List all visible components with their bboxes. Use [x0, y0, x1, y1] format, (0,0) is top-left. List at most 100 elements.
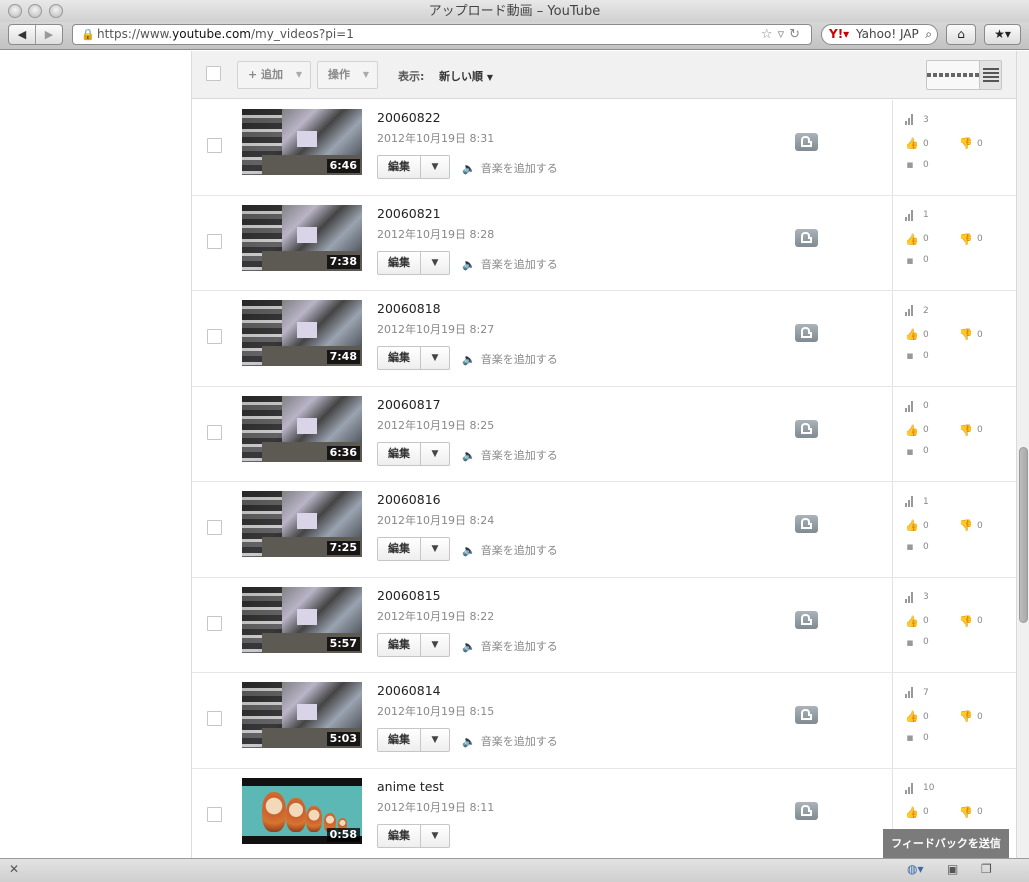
- video-thumbnail[interactable]: 7:25: [242, 491, 362, 557]
- row-checkbox[interactable]: [207, 615, 222, 631]
- add-music-link[interactable]: 🔈 音楽を追加する: [462, 160, 558, 176]
- table-row: 6:36 20060817 2012年10月19日 8:25 編集 ▼ 🔈 音楽を追加する 0…: [192, 386, 1016, 482]
- video-thumbnail[interactable]: 0:58: [242, 777, 362, 844]
- video-title[interactable]: 20060817: [377, 397, 441, 412]
- likes-count: 0: [923, 807, 929, 817]
- add-music-link[interactable]: 🔈 音楽を追加する: [462, 733, 558, 749]
- list-view-button[interactable]: [979, 61, 1001, 89]
- edit-dropdown-button[interactable]: ▼: [421, 155, 450, 179]
- row-checkbox[interactable]: [207, 711, 222, 726]
- back-button[interactable]: ◀: [9, 25, 35, 44]
- video-title[interactable]: 20060816: [377, 492, 441, 507]
- video-thumbnail[interactable]: 7:48: [242, 300, 362, 366]
- edit-dropdown-button[interactable]: ▼: [421, 632, 450, 657]
- row-checkbox[interactable]: [207, 806, 222, 822]
- reload-icon[interactable]: ↻: [789, 27, 805, 42]
- bookmarks-icon: ★▾: [994, 27, 1011, 41]
- edit-dropdown-button[interactable]: ▼: [421, 250, 450, 275]
- unlocked-icon[interactable]: [795, 515, 818, 533]
- edit-button[interactable]: 編集: [377, 632, 421, 657]
- views-count: 7: [923, 687, 929, 698]
- display-icon[interactable]: ▣: [947, 862, 958, 876]
- edit-button[interactable]: 編集: [377, 155, 421, 179]
- zoom-window-button[interactable]: [49, 4, 63, 18]
- edit-dropdown-button[interactable]: ▼: [421, 346, 450, 370]
- unlocked-icon[interactable]: [795, 610, 818, 629]
- views-stat: 2: [905, 305, 929, 316]
- video-title[interactable]: 20060815: [377, 588, 441, 603]
- send-feedback-button[interactable]: フィードバックを送信: [883, 829, 1009, 858]
- address-tools: ☆▿↻: [761, 25, 805, 44]
- row-checkbox[interactable]: [207, 138, 222, 153]
- video-title[interactable]: 20060818: [377, 301, 441, 316]
- video-thumbnail[interactable]: 7:38: [242, 204, 362, 271]
- search-icon[interactable]: ⌕: [925, 25, 932, 44]
- likes-stat: 👍 0: [905, 233, 929, 246]
- sort-value: 新しい順: [439, 70, 483, 83]
- sort-dropdown[interactable]: 新しい順 ▼: [439, 68, 493, 84]
- address-bar[interactable]: 🔒 https://www.youtube.com/my_videos?pi=1…: [72, 24, 812, 45]
- unlocked-icon[interactable]: [795, 324, 818, 342]
- unlocked-icon[interactable]: [795, 419, 818, 438]
- edit-button[interactable]: 編集: [377, 728, 421, 752]
- speaker-icon: 🔈: [462, 353, 476, 366]
- minimize-window-button[interactable]: [28, 4, 42, 18]
- video-title[interactable]: 20060821: [377, 206, 441, 221]
- row-checkbox[interactable]: [207, 329, 222, 344]
- row-checkbox[interactable]: [207, 520, 222, 535]
- edit-dropdown-button[interactable]: ▼: [421, 728, 450, 752]
- video-thumbnail[interactable]: 5:57: [242, 586, 362, 653]
- likes-count: 0: [923, 329, 929, 340]
- add-music-link[interactable]: 🔈 音楽を追加する: [462, 256, 558, 272]
- thumbs-up-icon: 👍: [905, 137, 919, 150]
- unlocked-icon[interactable]: [795, 228, 818, 247]
- video-thumbnail[interactable]: 5:03: [242, 682, 362, 748]
- edit-dropdown-button[interactable]: ▼: [421, 823, 450, 848]
- bookmarks-button[interactable]: ★▾: [984, 24, 1021, 45]
- grid-view-button[interactable]: [927, 61, 979, 89]
- edit-button[interactable]: 編集: [377, 537, 421, 561]
- edit-button[interactable]: 編集: [377, 823, 421, 848]
- edit-dropdown-button[interactable]: ▼: [421, 441, 450, 466]
- views-stat: 7: [905, 687, 929, 698]
- select-all-checkbox[interactable]: [206, 66, 221, 81]
- add-music-link[interactable]: 🔈 音楽を追加する: [462, 351, 558, 367]
- close-window-button[interactable]: [8, 4, 22, 18]
- globe-icon[interactable]: ◍▾: [907, 862, 924, 876]
- edit-button[interactable]: 編集: [377, 441, 421, 466]
- bookmark-star-icon[interactable]: ☆: [761, 27, 778, 42]
- add-music-link[interactable]: 🔈 音楽を追加する: [462, 447, 558, 463]
- search-input[interactable]: Yahoo! JAP: [856, 27, 919, 41]
- video-duration: 7:38: [326, 254, 360, 269]
- forward-button[interactable]: ▶: [35, 25, 62, 44]
- row-checkbox[interactable]: [207, 424, 222, 440]
- search-box[interactable]: Y!▾ Yahoo! JAP ⌕: [821, 24, 938, 45]
- video-title[interactable]: 20060814: [377, 683, 441, 698]
- video-title[interactable]: 20060822: [377, 110, 441, 125]
- comment-icon: ▪: [906, 349, 914, 362]
- rss-dropdown-icon[interactable]: ▿: [778, 27, 790, 42]
- unlocked-icon[interactable]: [795, 133, 818, 151]
- views-stat: 1: [905, 209, 929, 221]
- actions-button[interactable]: 操作 ▼: [317, 61, 378, 89]
- add-button[interactable]: + 追加 ▼: [237, 61, 311, 89]
- bar-chart-icon: [905, 209, 915, 221]
- unlocked-icon[interactable]: [795, 801, 818, 820]
- add-music-link[interactable]: 🔈 音楽を追加する: [462, 542, 558, 558]
- scrollbar[interactable]: [1016, 51, 1029, 858]
- add-music-link[interactable]: 🔈 音楽を追加する: [462, 638, 558, 654]
- edit-button[interactable]: 編集: [377, 250, 421, 275]
- unlocked-icon[interactable]: [795, 706, 818, 724]
- edit-button[interactable]: 編集: [377, 346, 421, 370]
- comments-count: 0: [923, 446, 929, 456]
- home-button[interactable]: ⌂: [946, 24, 976, 45]
- window-icon[interactable]: ❐: [981, 862, 992, 876]
- edit-dropdown-button[interactable]: ▼: [421, 537, 450, 561]
- video-thumbnail[interactable]: 6:46: [242, 109, 362, 175]
- video-thumbnail[interactable]: 6:36: [242, 395, 362, 462]
- close-status-icon[interactable]: ✕: [9, 862, 19, 876]
- scrollbar-thumb[interactable]: [1019, 447, 1028, 623]
- video-title[interactable]: anime test: [377, 779, 444, 794]
- yahoo-icon[interactable]: Y!▾: [829, 25, 849, 44]
- row-checkbox[interactable]: [207, 233, 222, 249]
